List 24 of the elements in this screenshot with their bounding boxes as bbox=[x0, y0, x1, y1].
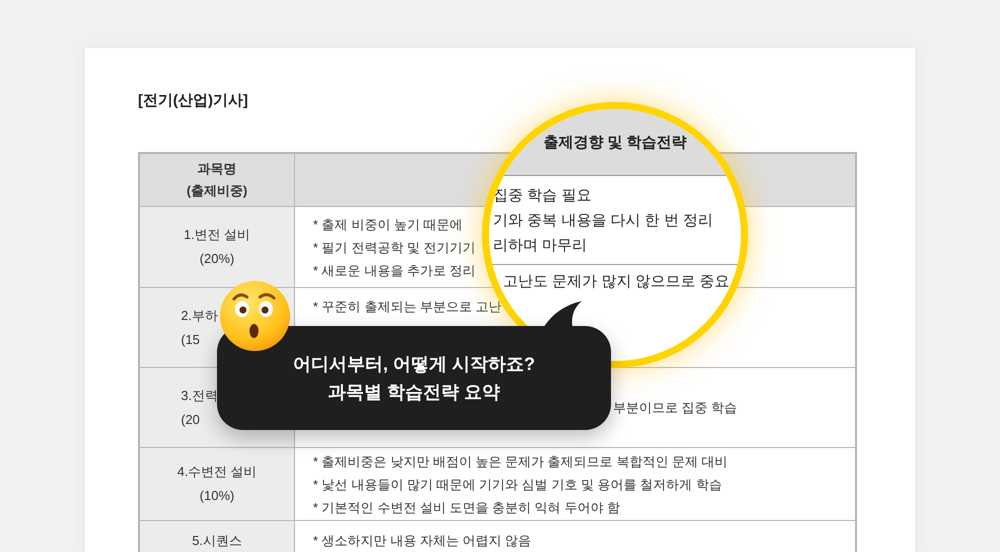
subject-cell-text: 4.수변전 설비 (10%) bbox=[177, 463, 257, 505]
column-header: 과목명 (출제비중) bbox=[186, 160, 248, 200]
column-header: 출제경향 및 학습전략 bbox=[543, 133, 687, 154]
subject-cell-text: 2.부하 (15 bbox=[181, 306, 218, 349]
note-text: * 필기 전력공학 및 전기기기 bbox=[313, 238, 476, 256]
subject-cell-text: 5.시퀀스 bbox=[192, 532, 242, 550]
note-text: * 낯선 내용들이 많기 때문에 기기와 심벌 기호 및 용어를 철저하게 학습 bbox=[313, 476, 722, 494]
magnified-text: 기와 중복 내용을 다시 한 번 정리 bbox=[493, 211, 714, 231]
surprised-face-icon bbox=[220, 281, 290, 351]
note-text: 부분이므로 집중 학습 bbox=[613, 399, 738, 417]
magnified-text: 집중 학습 필요 bbox=[493, 186, 592, 206]
subject-cell-text: 1.변전 설비 (20%) bbox=[184, 226, 250, 268]
note-text: * 출제비중은 낮지만 배점이 높은 문제가 출제되므로 복합적인 문제 대비 bbox=[313, 452, 728, 470]
note-text: * 꾸준히 출제되는 부분으로 고난 bbox=[313, 298, 502, 316]
magnified-text: 리하며 마무리 bbox=[493, 236, 588, 256]
document-title: [전기(산업)기사] bbox=[138, 91, 249, 111]
note-text: * 출제 비중이 높기 때문에 bbox=[313, 216, 463, 234]
magnified-text: 고난도 문제가 많지 않으므로 중요 bbox=[503, 272, 731, 292]
note-text: * 기본적인 수변전 설비 도면을 충분히 익혀 두어야 함 bbox=[313, 498, 620, 516]
bubble-text: 과목별 학습전략 요약 bbox=[328, 381, 500, 404]
bubble-text: 어디서부터, 어떻게 시작하죠? bbox=[293, 353, 535, 376]
subject-cell-text: 3.전력 (20 bbox=[181, 386, 218, 429]
note-text: * 새로운 내용을 추가로 정리 bbox=[313, 262, 476, 280]
note-text: * 생소하지만 내용 자체는 어렵지 않음 bbox=[313, 532, 532, 550]
